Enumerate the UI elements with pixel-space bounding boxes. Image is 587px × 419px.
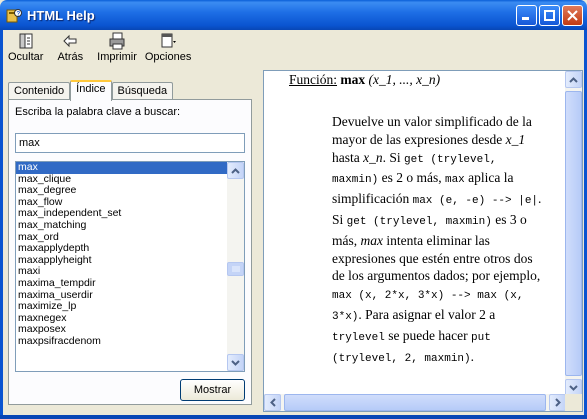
tab-contenido[interactable]: Contenido [8, 82, 71, 100]
title-bar[interactable]: ? HTML Help [0, 0, 587, 30]
topic-pane: Función: max (x_1, ..., x_n) Devuelve un… [263, 70, 583, 412]
index-list[interactable]: max max_clique max_degree max_flow max_indep… [15, 161, 245, 372]
topic-vertical-scrollbar[interactable] [565, 71, 582, 396]
back-button[interactable]: Atrás [53, 30, 87, 70]
index-list-item[interactable]: max [16, 162, 227, 174]
function-label: Función: [289, 72, 338, 87]
index-list-items: max max_clique max_degree max_flow max_indep… [16, 162, 227, 348]
options-icon [161, 33, 177, 48]
function-name: max [340, 72, 366, 87]
index-tab-panel: Escriba la palabra clave a buscar: max ma… [8, 99, 252, 405]
grip-icon [231, 266, 240, 272]
keyword-input[interactable] [15, 133, 245, 153]
index-list-item[interactable]: maximize_lp [16, 301, 227, 313]
close-button[interactable] [562, 5, 583, 26]
toolbar: Ocultar Atrás Imprimir Opciones [0, 30, 587, 70]
minimize-button[interactable] [516, 5, 537, 26]
keyword-prompt: Escriba la palabra clave a buscar: [15, 106, 181, 118]
scroll-up-button[interactable] [227, 162, 244, 179]
chevron-down-icon [231, 359, 240, 366]
topic-scroll-left-button[interactable] [264, 394, 281, 411]
chevron-left-icon [269, 398, 276, 407]
index-list-item[interactable]: maxima_tempdir [16, 277, 227, 290]
close-icon [567, 10, 578, 21]
chevron-up-icon [231, 167, 240, 174]
index-list-item[interactable]: maxapplydepth [16, 243, 227, 255]
topic-horizontal-thumb[interactable] [284, 394, 546, 411]
topic-vertical-thumb[interactable] [565, 91, 582, 376]
show-button[interactable]: Mostrar [180, 379, 245, 401]
hide-pane-icon [19, 33, 33, 49]
hide-button[interactable]: Ocultar [4, 30, 47, 70]
window-frame-bottom [0, 415, 587, 419]
options-label: Opciones [144, 51, 192, 63]
options-button[interactable]: Opciones [141, 30, 195, 70]
navigation-pane: Contenido Índice Búsqueda Escriba la pal… [4, 74, 256, 412]
function-args: (x_1, ..., x_n) [368, 72, 441, 87]
minimize-icon [522, 17, 529, 20]
window-frame-left [0, 30, 3, 419]
tab-busqueda[interactable]: Búsqueda [111, 82, 174, 100]
printer-icon [109, 32, 125, 50]
scroll-thumb[interactable] [227, 262, 244, 276]
tab-indice[interactable]: Índice [70, 80, 112, 101]
maximize-button[interactable] [539, 5, 560, 26]
topic-scroll-right-button[interactable] [549, 394, 566, 411]
chevron-down-icon [569, 384, 578, 391]
help-book-icon: ? [6, 9, 22, 23]
topic-horizontal-scrollbar[interactable] [264, 394, 566, 411]
chevron-right-icon [554, 398, 561, 407]
topic-content: Función: max (x_1, ..., x_n) Devuelve un… [264, 71, 566, 396]
function-description: Devuelve un valor simplificado de la may… [332, 114, 542, 365]
chevron-up-icon [569, 76, 578, 83]
function-heading: Función: max (x_1, ..., x_n) [289, 72, 440, 88]
svg-text:?: ? [17, 12, 21, 18]
index-list-scrollbar[interactable] [227, 162, 244, 371]
maximize-icon [544, 10, 555, 21]
scroll-down-button[interactable] [227, 354, 244, 371]
window-title: HTML Help [27, 7, 95, 23]
tab-strip: Contenido Índice Búsqueda [8, 80, 174, 101]
back-label: Atrás [57, 51, 84, 63]
hide-label: Ocultar [8, 51, 44, 63]
scrollbar-corner [565, 394, 582, 411]
index-list-item[interactable]: maxpsifracdenom [16, 335, 227, 348]
index-list-item[interactable]: max_matching [16, 219, 227, 232]
index-list-item[interactable]: maxapplyheight [16, 254, 227, 267]
print-button[interactable]: Imprimir [93, 30, 141, 70]
print-label: Imprimir [97, 51, 137, 63]
topic-scroll-up-button[interactable] [565, 71, 582, 88]
back-arrow-icon [63, 34, 77, 48]
